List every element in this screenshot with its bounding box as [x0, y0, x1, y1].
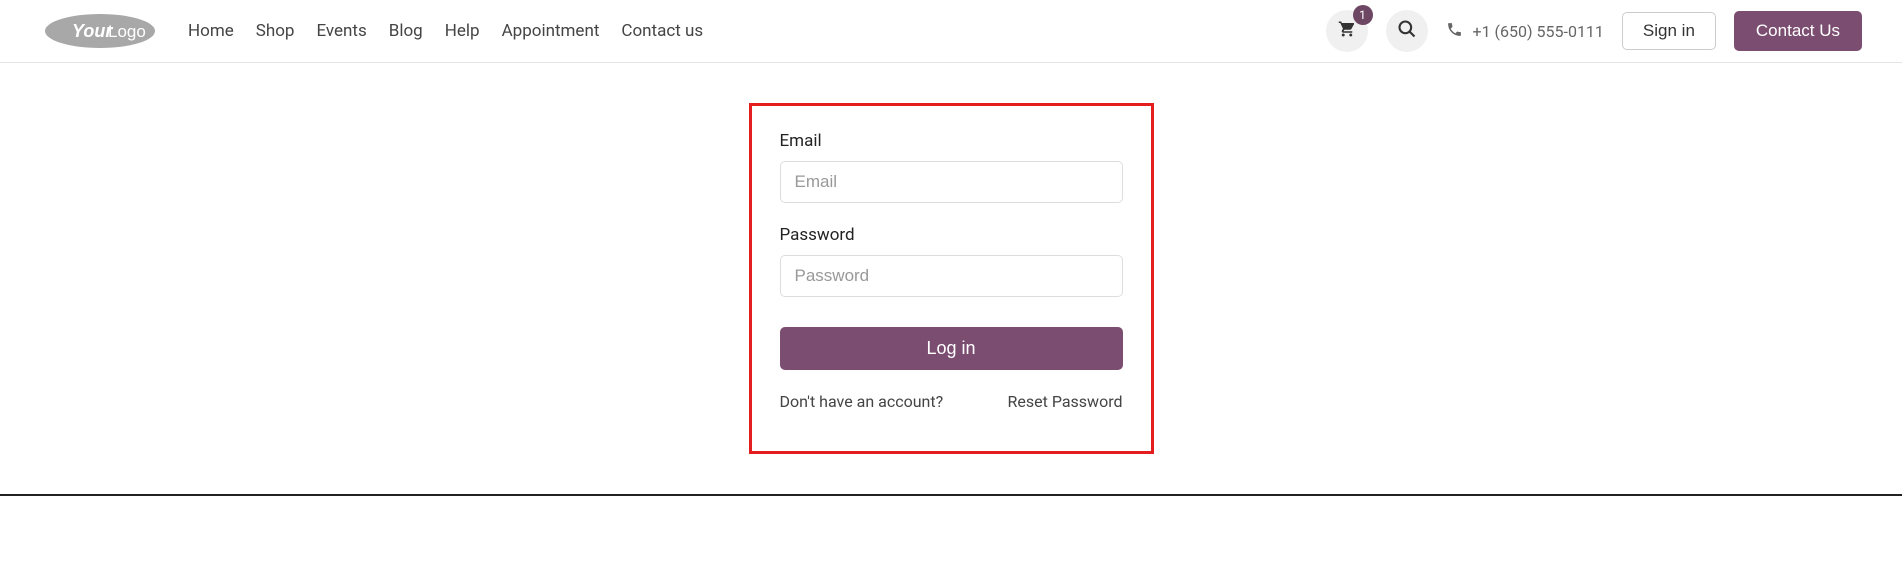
nav-home[interactable]: Home	[188, 21, 234, 41]
signin-button[interactable]: Sign in	[1622, 12, 1716, 50]
phone-icon	[1446, 21, 1463, 42]
svg-text:Logo: Logo	[108, 22, 146, 41]
login-links: Don't have an account? Reset Password	[780, 392, 1123, 411]
nav-events[interactable]: Events	[316, 21, 366, 41]
cart-button[interactable]: 1	[1326, 10, 1368, 52]
header-right: 1 +1 (650) 555-0111 Sign in Contact Us	[1326, 10, 1862, 52]
email-label: Email	[780, 131, 1123, 151]
reset-password-link[interactable]: Reset Password	[1008, 392, 1123, 411]
contact-us-button[interactable]: Contact Us	[1734, 11, 1862, 51]
cart-badge: 1	[1353, 5, 1373, 25]
password-label: Password	[780, 225, 1123, 245]
phone-wrap: +1 (650) 555-0111	[1446, 21, 1604, 42]
nav-contact-us[interactable]: Contact us	[621, 21, 703, 41]
login-card: Email Password Log in Don't have an acco…	[749, 103, 1154, 454]
nav-help[interactable]: Help	[445, 21, 480, 41]
cart-icon	[1338, 20, 1356, 42]
phone-number[interactable]: +1 (650) 555-0111	[1473, 22, 1604, 41]
main-nav: Home Shop Events Blog Help Appointment C…	[188, 21, 1318, 41]
nav-shop[interactable]: Shop	[256, 21, 295, 41]
main-content: Email Password Log in Don't have an acco…	[0, 63, 1902, 474]
no-account-link[interactable]: Don't have an account?	[780, 392, 944, 411]
logo[interactable]: Your Logo	[40, 11, 160, 51]
login-button[interactable]: Log in	[780, 327, 1123, 370]
email-field[interactable]	[780, 161, 1123, 203]
password-field[interactable]	[780, 255, 1123, 297]
search-button[interactable]	[1386, 10, 1428, 52]
footer-divider	[0, 494, 1902, 496]
nav-blog[interactable]: Blog	[389, 21, 423, 41]
search-icon	[1397, 19, 1417, 43]
header: Your Logo Home Shop Events Blog Help App…	[0, 0, 1902, 63]
nav-appointment[interactable]: Appointment	[502, 21, 600, 41]
